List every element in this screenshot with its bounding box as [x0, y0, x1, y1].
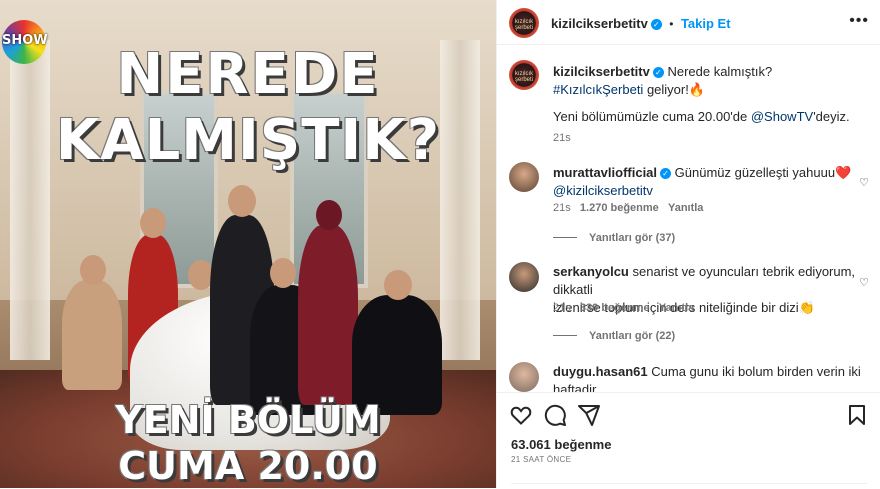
- caption-username[interactable]: kizilcikserbetitv: [553, 64, 650, 79]
- comment-meta: 21s 330 beğenme Yanıtla: [553, 302, 695, 314]
- like-comment-icon[interactable]: ♡: [859, 276, 869, 289]
- mention-link[interactable]: @kizilcikserbetitv: [553, 183, 653, 198]
- comment-likes[interactable]: 1.270 beğenme: [580, 202, 659, 214]
- commenter-avatar[interactable]: [509, 162, 539, 192]
- reply-button[interactable]: Yanıtla: [659, 302, 694, 314]
- verified-icon: ✓: [650, 19, 662, 30]
- comment-icon[interactable]: [543, 403, 567, 427]
- headline-line2: KALMIŞTIK?: [55, 108, 441, 173]
- view-replies-button[interactable]: Yanıtları gör (37): [553, 232, 675, 244]
- post-timestamp: 21 SAAT ÖNCE: [511, 455, 572, 464]
- caption-avatar[interactable]: kızılcık şerbeti: [509, 60, 539, 90]
- header-username[interactable]: kizilcikserbetitv: [551, 16, 648, 31]
- share-icon[interactable]: [577, 403, 601, 427]
- like-heart-icon[interactable]: [509, 403, 533, 427]
- save-bookmark-icon[interactable]: [845, 403, 869, 427]
- cast-head: [140, 208, 166, 238]
- commenter-avatar[interactable]: [509, 262, 539, 292]
- post-header: kızılcık şerbeti kizilcikserbetitv ✓ • Ta…: [497, 0, 880, 45]
- caption-line2: Yeni bölümümüzle cuma 20.00'de @ShowTV'd…: [553, 109, 850, 124]
- comment: murattavliofficial ✓ Günümüz güzelleşti y…: [553, 165, 852, 198]
- comment-username[interactable]: murattavliofficial: [553, 165, 657, 180]
- cast-head: [384, 270, 412, 300]
- like-comment-icon[interactable]: ♡: [859, 176, 869, 189]
- comment-likes[interactable]: 330 beğenme: [580, 302, 650, 314]
- follow-button[interactable]: Takip Et: [681, 16, 731, 31]
- post-actions: 63.061 beğenme 21 SAAT ÖNCE: [497, 392, 880, 489]
- verified-icon: ✓: [660, 168, 672, 179]
- cast-member: [298, 225, 358, 405]
- cast-member: [352, 295, 442, 415]
- comment-username[interactable]: duygu.hasan61: [553, 364, 648, 379]
- post-sidebar: kızılcık şerbeti kizilcikserbetitv ✓ • Ta…: [496, 0, 880, 489]
- bottom-line1: YENİ BÖLÜM: [115, 398, 381, 442]
- cast-head: [228, 185, 256, 217]
- verified-icon: ✓: [652, 67, 664, 78]
- mention-link[interactable]: @ShowTV: [751, 109, 813, 124]
- cast-head: [316, 200, 342, 230]
- comment-meta: 21s 1.270 beğenme Yanıtla: [553, 202, 704, 214]
- bottom-line2: CUMA 20.00: [118, 444, 378, 488]
- headline-line1: NEREDE: [116, 42, 380, 107]
- caption: kizilcikserbetitv ✓ Nerede kalmıştık? #Kı…: [553, 64, 773, 97]
- comment-username[interactable]: serkanyolcu: [553, 264, 629, 279]
- cast-head: [270, 258, 296, 288]
- more-icon[interactable]: •••: [849, 12, 869, 30]
- separator: •: [669, 17, 674, 31]
- likes-count[interactable]: 63.061 beğenme: [511, 437, 611, 452]
- cast-member: [62, 280, 122, 390]
- post-image[interactable]: SHOW NEREDE KALMIŞTIK? YENİ BÖLÜM CUMA 2…: [0, 0, 496, 488]
- commenter-avatar[interactable]: [509, 362, 539, 392]
- brand-avatar[interactable]: kızılcık şerbeti: [509, 8, 539, 38]
- divider: [511, 483, 867, 484]
- caption-time: 21s: [553, 132, 571, 144]
- hashtag-link[interactable]: #KızılcıkŞerbeti: [553, 82, 643, 97]
- reply-button[interactable]: Yanıtla: [668, 202, 703, 214]
- cast-head: [80, 255, 106, 285]
- view-replies-button[interactable]: Yanıtları gör (22): [553, 330, 675, 342]
